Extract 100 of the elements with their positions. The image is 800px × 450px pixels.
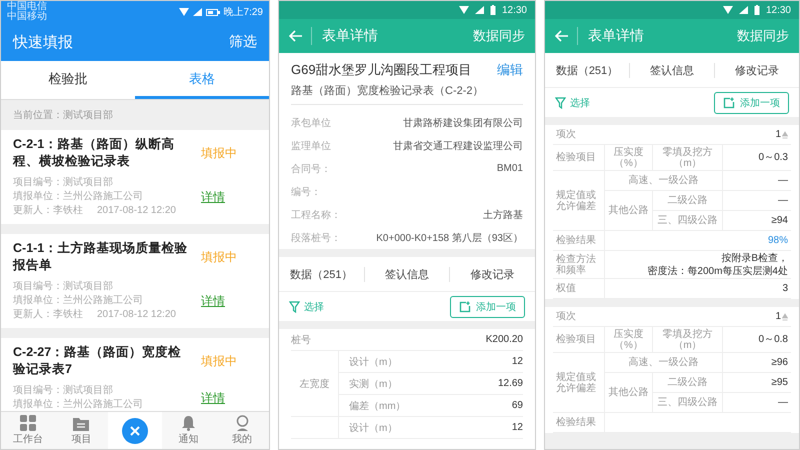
header-title: 表单详情: [322, 27, 378, 45]
status-time: 晚上7:29: [224, 6, 263, 19]
add-item-button[interactable]: 添加一项: [450, 296, 525, 318]
record-detail: 填报单位：兰州公路施工公司: [13, 294, 144, 308]
filter-button[interactable]: 选择: [555, 96, 590, 110]
field-value: K0+000-K0+158 第八层（93区）: [376, 232, 523, 244]
table-label: 零填及挖方（m）: [653, 327, 723, 353]
form-name: 路基（路面）宽度检验记录表（C-2-2）: [291, 83, 523, 105]
record-title: C-2-1：路基（路面）纵断高程、横坡检验记录表: [13, 136, 176, 170]
filter-button[interactable]: 筛选: [229, 33, 257, 51]
table-label: 零填及挖方（m）: [653, 145, 723, 171]
section-tab[interactable]: 数据（251）: [545, 62, 629, 78]
nav-tab[interactable]: 我的: [215, 412, 269, 449]
row-value: 12.69: [498, 378, 523, 389]
row-label: 实测（m）: [349, 378, 398, 390]
table-label: 其他公路: [605, 373, 653, 413]
record-status: 填报中: [201, 144, 238, 162]
row-label: 设计（m）: [349, 356, 398, 368]
table-value: 密度法：每200m每压实层测4处: [647, 264, 788, 278]
table-value: 1: [775, 311, 781, 322]
add-item-button[interactable]: 添加一项: [714, 92, 789, 114]
back-arrow-icon: [289, 30, 303, 42]
row-label: 桩号: [291, 334, 311, 346]
sort-icon: [782, 130, 788, 138]
table-label: 压实度（%）: [605, 327, 653, 353]
wifi-icon: [458, 6, 469, 14]
field-label: 编号：: [291, 186, 321, 198]
back-arrow-icon: [555, 30, 569, 42]
record-title: C-1-1：土方路基现场质量检验报告单: [13, 240, 188, 274]
table-value: ≥94: [723, 211, 791, 231]
table-label: 项次: [553, 307, 723, 327]
table-label: 规定值或允许偏差: [553, 171, 605, 231]
nav-tab[interactable]: 工作台: [1, 412, 55, 449]
signal-icon: [738, 6, 748, 14]
table-value: —: [723, 393, 791, 413]
field-label: 合同号：: [291, 162, 331, 176]
table-label: 规定值或允许偏差: [553, 353, 605, 413]
section-tab[interactable]: 签认信息: [629, 62, 714, 78]
battery-icon: [754, 5, 760, 15]
table-value: —: [723, 171, 791, 191]
row-label: 设计（m）: [349, 422, 398, 434]
nav-tab[interactable]: 通知: [162, 412, 216, 449]
table-value: ≥96: [723, 353, 791, 373]
table-label: 检查方法和频率: [553, 251, 605, 279]
table-label: 压实度（%）: [605, 145, 653, 171]
section-tab[interactable]: 签认信息: [364, 266, 450, 282]
details-link[interactable]: 详情: [201, 292, 257, 310]
table-label: 三、四级公路: [653, 211, 723, 231]
record-detail: 填报单位：兰州公路施工公司: [13, 398, 144, 411]
table-label: 二级公路: [653, 373, 723, 393]
record-time: 2017-08-12 12:20: [97, 308, 176, 322]
sync-button[interactable]: 数据同步: [737, 27, 789, 45]
table-value: 3: [605, 279, 791, 299]
sort-icon: [782, 312, 788, 320]
filter-icon: [289, 300, 300, 312]
table-label: 检验项目: [553, 145, 605, 171]
row-label: 偏差（mm）: [349, 400, 406, 412]
close-button[interactable]: [122, 418, 148, 444]
table-label: 项次: [553, 125, 723, 145]
filter-icon: [555, 96, 566, 108]
row-value: 12: [512, 422, 523, 433]
edit-link[interactable]: 编辑: [497, 61, 523, 79]
table-label: 二级公路: [653, 191, 723, 211]
field-label: 段落桩号：: [291, 232, 341, 244]
table-label: 检验结果: [553, 231, 605, 251]
row-value: 12: [512, 356, 523, 367]
record-status: 填报中: [201, 248, 238, 266]
details-link[interactable]: 详情: [201, 390, 257, 406]
header-title: 快速填报: [13, 32, 73, 52]
section-tab[interactable]: 修改记录: [449, 266, 535, 282]
details-link[interactable]: 详情: [201, 188, 257, 206]
section-tab[interactable]: 数据（251）: [279, 266, 364, 282]
field-value: 甘肃省交通工程建设监理公司: [393, 140, 523, 152]
battery-icon: [206, 8, 220, 16]
close-icon: [130, 426, 140, 436]
sync-button[interactable]: 数据同步: [473, 27, 525, 45]
folder-icon: [73, 416, 90, 430]
header-title: 表单详情: [588, 27, 644, 45]
back-button[interactable]: [555, 27, 578, 45]
row-value: 69: [512, 400, 523, 411]
field-label: 工程名称：: [291, 208, 341, 222]
table-value: ≥95: [723, 373, 791, 393]
table-value: 1: [775, 129, 781, 140]
back-button[interactable]: [289, 27, 312, 45]
table-label: 高速、一级公路: [605, 353, 723, 373]
field-value: 甘肃路桥建设集团有限公司: [403, 116, 523, 130]
filter-button[interactable]: 选择: [289, 300, 324, 314]
breadcrumb: 当前位置：测试项目部: [12, 108, 114, 123]
field-label: 承包单位: [291, 116, 331, 130]
group-label: 左宽度: [291, 351, 339, 417]
table-label: 权值: [553, 279, 605, 299]
field-value: 土方路基: [483, 208, 523, 222]
table-label: 检验项目: [553, 327, 605, 353]
nav-tab[interactable]: 项目: [54, 412, 108, 449]
table-value: 98%: [605, 231, 791, 251]
status-time: 12:30: [502, 4, 527, 16]
record-updater: 更新人：李铁柱: [13, 308, 83, 322]
wifi-icon: [722, 6, 733, 14]
record-detail: 项目编号：测试项目部: [13, 176, 114, 190]
section-tab[interactable]: 修改记录: [714, 62, 799, 78]
